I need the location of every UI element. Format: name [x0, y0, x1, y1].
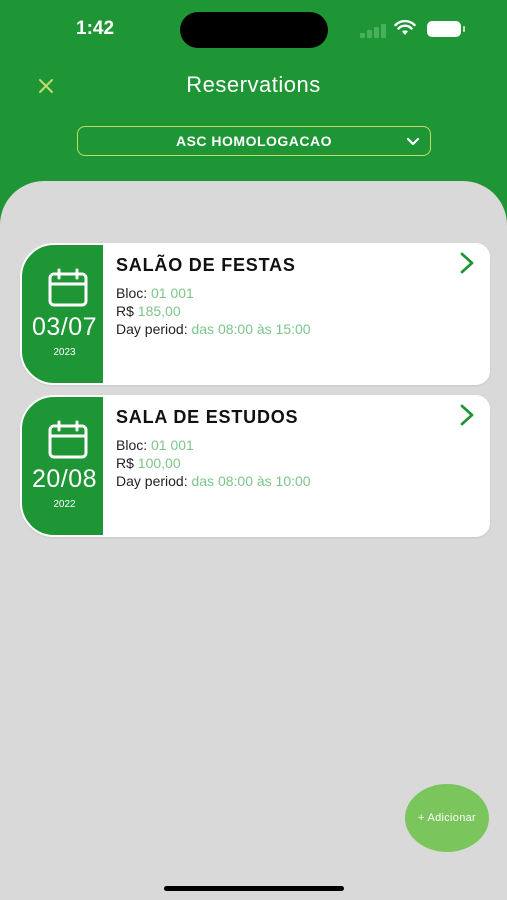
- reservation-date: 20/08: [31, 465, 98, 493]
- add-button-label: + Adicionar: [417, 812, 477, 824]
- period-value: das 08:00 às 15:00: [191, 321, 311, 337]
- status-bar: 1:42: [0, 0, 507, 60]
- cellular-signal-icon: [360, 24, 388, 38]
- price-row: R$ 100,00: [116, 455, 181, 471]
- bloc-row: Bloc: 01 001: [116, 285, 194, 301]
- date-block: 20/08 2022: [20, 395, 105, 537]
- page-title: Reservations: [186, 72, 321, 97]
- reservation-title: SALA DE ESTUDOS: [116, 407, 299, 427]
- wifi-icon: [394, 20, 416, 35]
- bloc-value: 01 001: [151, 437, 194, 453]
- status-time: 1:42: [76, 18, 115, 39]
- price-value: 100,00: [137, 455, 181, 471]
- dynamic-island: [180, 12, 328, 48]
- price-value: 185,00: [137, 303, 181, 319]
- calendar-icon: [48, 420, 88, 459]
- price-label: R$: [116, 455, 134, 471]
- calendar-icon: [48, 268, 88, 307]
- battery-icon: [427, 21, 465, 37]
- bloc-label: Bloc:: [116, 285, 148, 301]
- reservation-card[interactable]: 03/07 2023 SALÃO DE FESTAS Bloc: 01 001 …: [20, 243, 490, 385]
- condominium-selector[interactable]: ASC HOMOLOGACAO: [77, 126, 431, 156]
- date-block: 03/07 2023: [20, 243, 105, 385]
- header: 1:42 Reservations ASC HOMOLOGACAO: [0, 0, 507, 200]
- reservation-date: 03/07: [31, 313, 98, 341]
- price-row: R$ 185,00: [116, 303, 181, 319]
- bloc-row: Bloc: 01 001: [116, 437, 194, 453]
- period-value: das 08:00 às 10:00: [191, 473, 311, 489]
- selector-value: ASC HOMOLOGACAO: [175, 133, 333, 149]
- add-reservation-button[interactable]: + Adicionar: [405, 784, 489, 852]
- period-row: Day period: das 08:00 às 15:00: [116, 321, 311, 337]
- price-label: R$: [116, 303, 134, 319]
- reservation-card[interactable]: 20/08 2022 SALA DE ESTUDOS Bloc: 01 001 …: [20, 395, 490, 537]
- bloc-label: Bloc:: [116, 437, 148, 453]
- bloc-value: 01 001: [151, 285, 194, 301]
- chevron-down-icon: [406, 137, 420, 146]
- reservation-year: 2022: [53, 499, 76, 510]
- chevron-right-icon[interactable]: [458, 251, 476, 275]
- period-label: Day period:: [116, 473, 188, 489]
- chevron-right-icon[interactable]: [458, 403, 476, 427]
- reservation-title: SALÃO DE FESTAS: [116, 255, 296, 275]
- home-indicator[interactable]: [164, 886, 344, 891]
- period-row: Day period: das 08:00 às 10:00: [116, 473, 311, 489]
- reservation-year: 2023: [53, 347, 76, 358]
- period-label: Day period:: [116, 321, 188, 337]
